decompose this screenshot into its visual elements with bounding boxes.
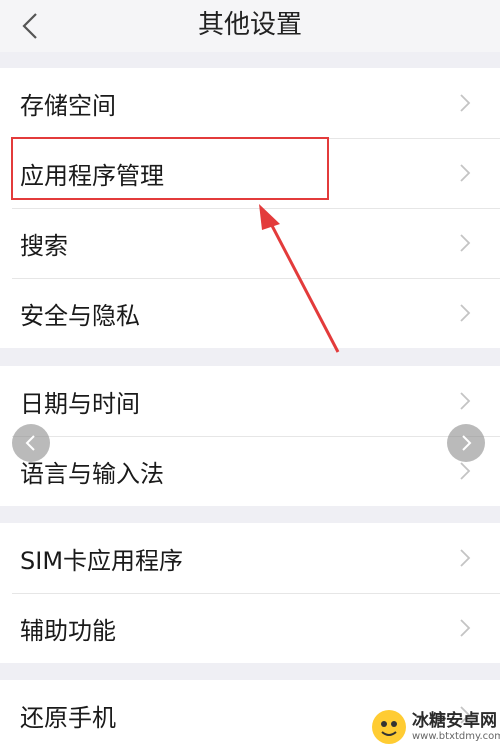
watermark-logo-icon [372, 710, 406, 744]
settings-item-language-input[interactable]: 语言与输入法 [0, 436, 500, 506]
settings-item-sim-apps[interactable]: SIM卡应用程序 [0, 523, 500, 593]
chevron-right-icon [460, 392, 471, 410]
carousel-prev-button[interactable] [12, 424, 50, 462]
settings-group-sim-accessibility: SIM卡应用程序 辅助功能 [0, 523, 500, 663]
settings-item-label: 存储空间 [20, 91, 116, 120]
settings-group-date-language: 日期与时间 语言与输入法 [0, 366, 500, 506]
settings-item-label: 搜索 [20, 231, 68, 260]
settings-item-date-time[interactable]: 日期与时间 [0, 366, 500, 436]
chevron-right-icon [460, 462, 471, 480]
chevron-left-icon [25, 435, 35, 451]
chevron-right-icon [460, 549, 471, 567]
settings-item-search[interactable]: 搜索 [0, 208, 500, 278]
settings-item-storage[interactable]: 存储空间 [0, 68, 500, 138]
chevron-right-icon [460, 619, 471, 637]
watermark: 冰糖安卓网 www.btxtdmy.com [372, 700, 500, 754]
watermark-name: 冰糖安卓网 [412, 711, 497, 732]
settings-item-label: SIM卡应用程序 [20, 546, 184, 575]
chevron-right-icon [460, 164, 471, 182]
settings-item-label: 辅助功能 [20, 616, 116, 645]
watermark-url: www.btxtdmy.com [412, 730, 500, 742]
app-header: 其他设置 [0, 0, 500, 52]
chevron-right-icon [460, 234, 471, 252]
settings-item-label: 日期与时间 [20, 389, 140, 418]
chevron-right-icon [462, 435, 472, 451]
carousel-next-button[interactable] [447, 424, 485, 462]
page-title: 其他设置 [197, 10, 302, 40]
highlight-box [11, 137, 329, 200]
chevron-right-icon [460, 304, 471, 322]
settings-item-accessibility[interactable]: 辅助功能 [0, 593, 500, 663]
settings-item-security-privacy[interactable]: 安全与隐私 [0, 278, 500, 348]
chevron-right-icon [460, 94, 471, 112]
settings-group-storage-apps: 存储空间 应用程序管理 搜索 安全与隐私 [0, 68, 500, 348]
settings-item-label: 还原手机 [20, 703, 116, 732]
settings-item-label: 安全与隐私 [20, 301, 140, 330]
